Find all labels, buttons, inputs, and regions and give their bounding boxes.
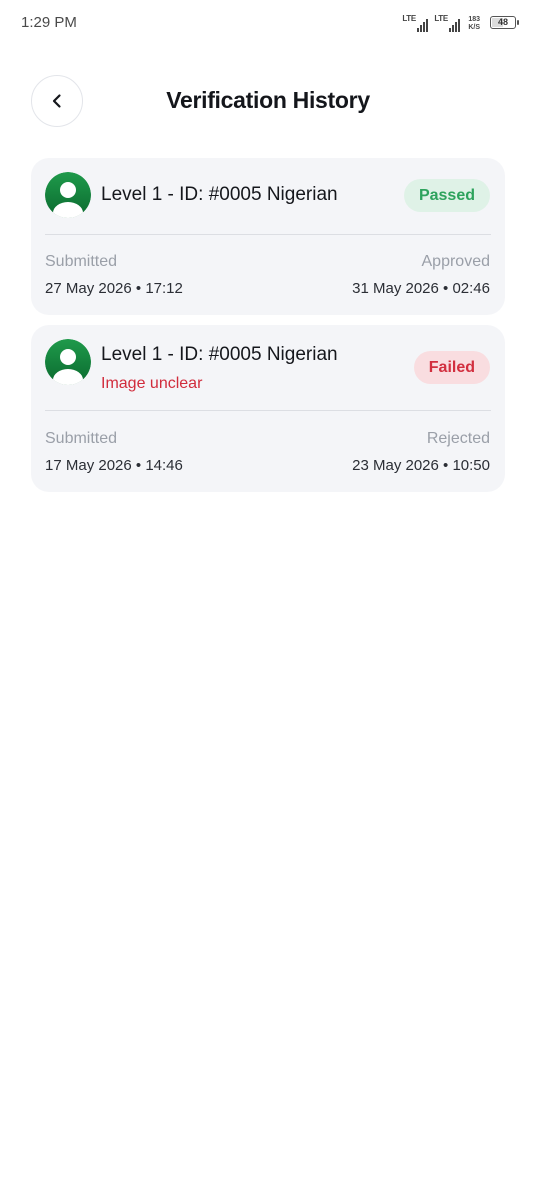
network-speed-unit: K/S [468, 24, 480, 31]
status-time: 1:29 PM [21, 14, 77, 31]
status-icons: LTE LTE 183 K/S 48 [402, 12, 519, 32]
page-title: Verification History [166, 87, 370, 113]
divider [45, 234, 491, 235]
header: Verification History [0, 70, 536, 134]
submitted-date: 17 May 2026 • 14:46 [45, 457, 183, 474]
sim2-network-label: LTE [434, 14, 448, 23]
record-title: Level 1 - ID: #0005 Nigerian [101, 184, 338, 205]
status-badge: Failed [413, 351, 490, 384]
record-title: Level 1 - ID: #0005 Nigerian [101, 344, 338, 365]
submitted-label: Submitted [45, 253, 118, 270]
divider [45, 410, 491, 411]
approved-date: 31 May 2026 • 02:46 [352, 280, 490, 297]
status-badge: Passed [403, 179, 490, 212]
approved-label: Approved [421, 253, 491, 270]
signal-2-icon: LTE [434, 14, 461, 32]
submitted-label: Submitted [45, 430, 118, 447]
rejected-label: Rejected [426, 430, 490, 447]
battery-level: 48 [497, 17, 508, 27]
verification-record-card[interactable]: Level 1 - ID: #0005 Nigerian Image uncle… [31, 325, 505, 492]
avatar-icon [45, 172, 91, 218]
avatar-icon [45, 339, 91, 385]
verification-record-card[interactable]: Level 1 - ID: #0005 Nigerian Passed Subm… [31, 158, 505, 315]
battery-icon: 48 [490, 16, 519, 29]
sim1-network-label: LTE [402, 14, 416, 23]
rejected-date: 23 May 2026 • 10:50 [352, 457, 490, 474]
rejection-reason: Image unclear [101, 375, 203, 392]
signal-1-icon: LTE [402, 14, 429, 32]
status-bar: 1:29 PM LTE LTE 183 K/S 48 [0, 0, 536, 44]
network-speed-value: 183 [468, 16, 480, 23]
network-speed: 183 K/S [468, 16, 480, 32]
submitted-date: 27 May 2026 • 17:12 [45, 280, 183, 297]
